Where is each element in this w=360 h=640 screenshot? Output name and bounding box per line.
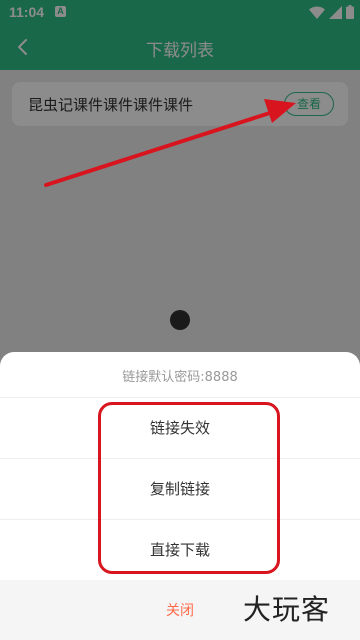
password-hint: 链接默认密码:8888 xyxy=(122,370,238,385)
touch-indicator xyxy=(170,310,190,330)
watermark-logo: 大玩客 xyxy=(243,593,331,626)
annotation-highlight-box xyxy=(98,402,280,574)
